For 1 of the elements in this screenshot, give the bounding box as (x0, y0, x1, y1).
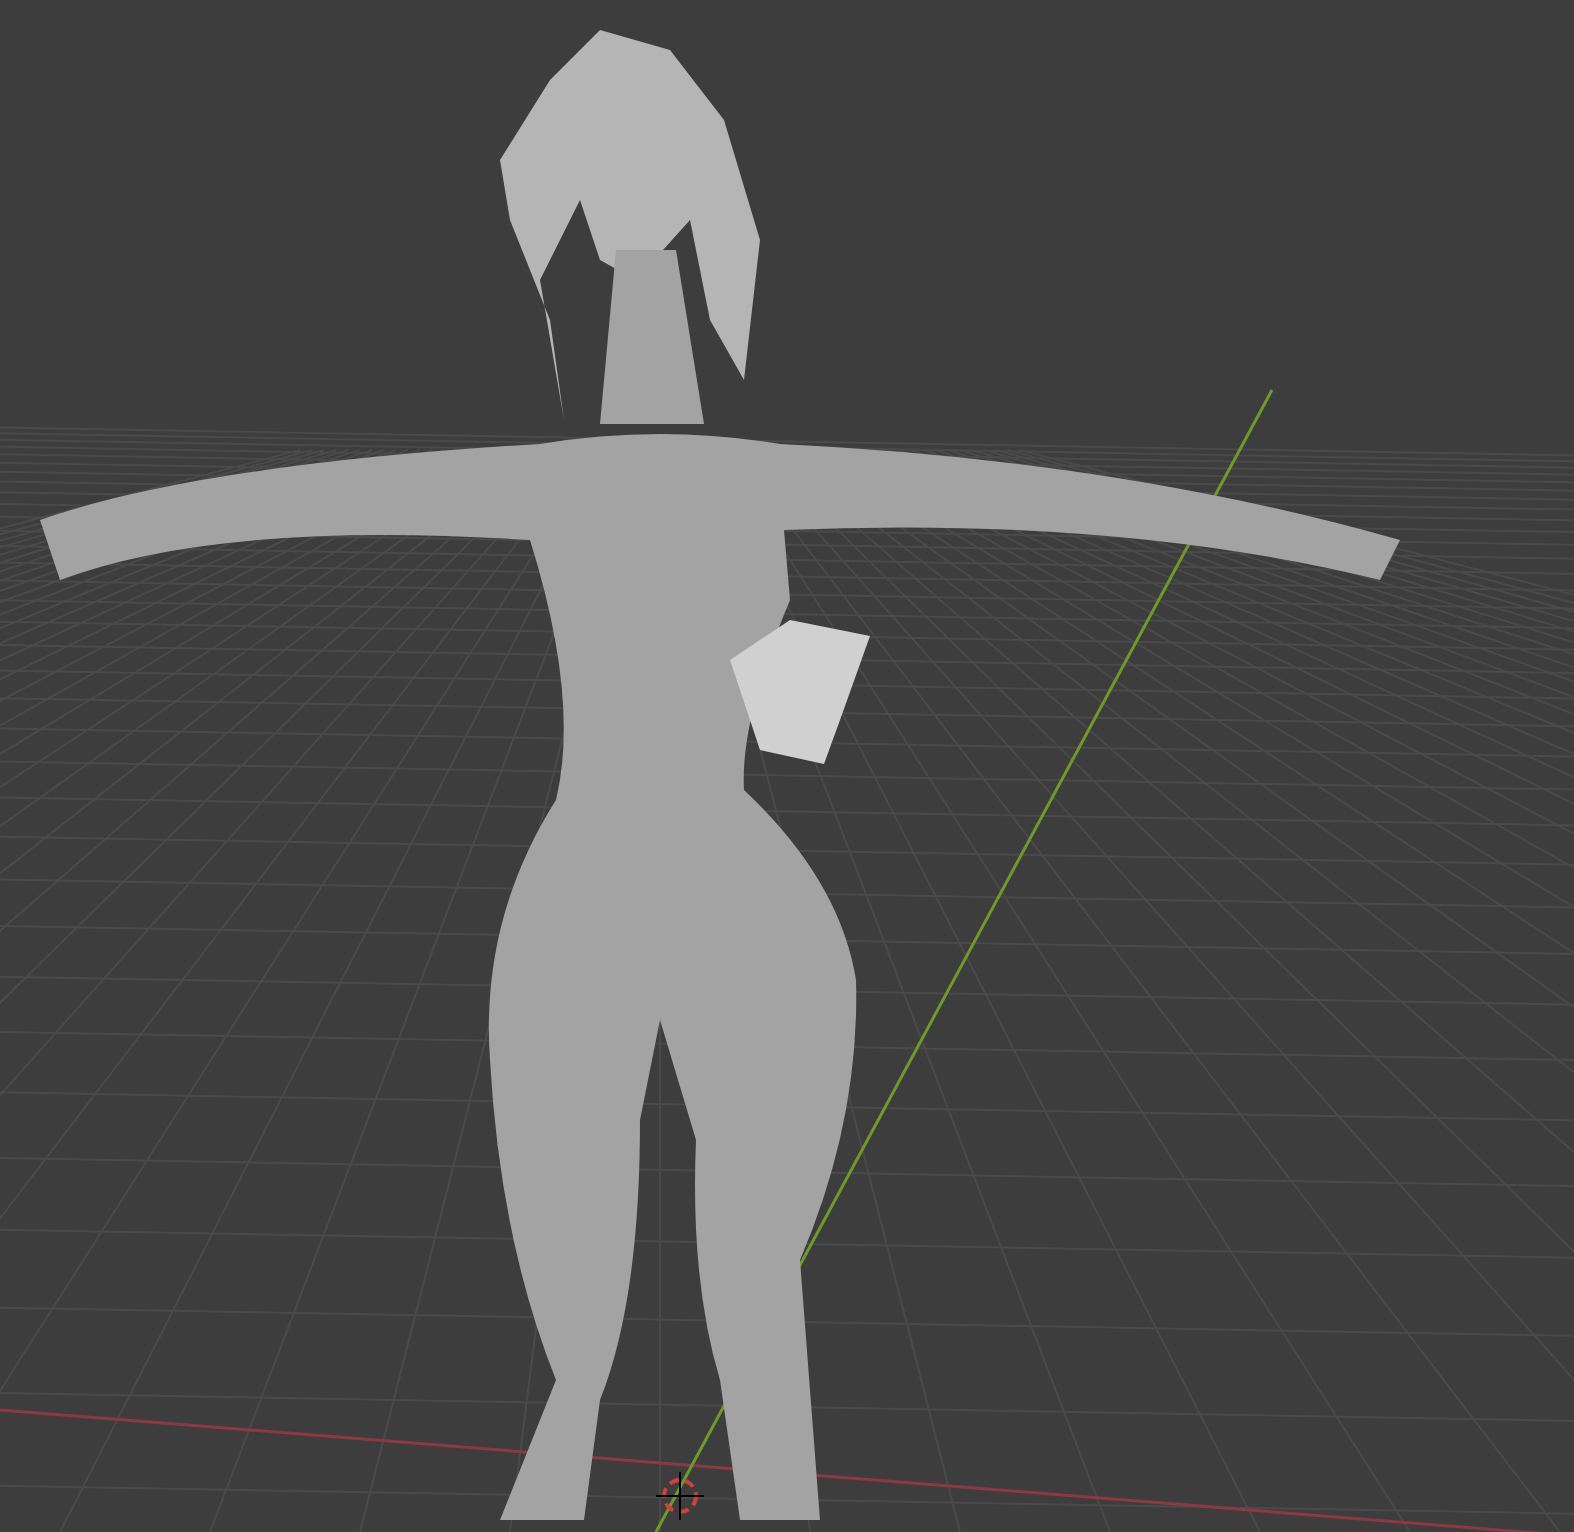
3d-cursor-icon[interactable] (655, 1471, 705, 1521)
